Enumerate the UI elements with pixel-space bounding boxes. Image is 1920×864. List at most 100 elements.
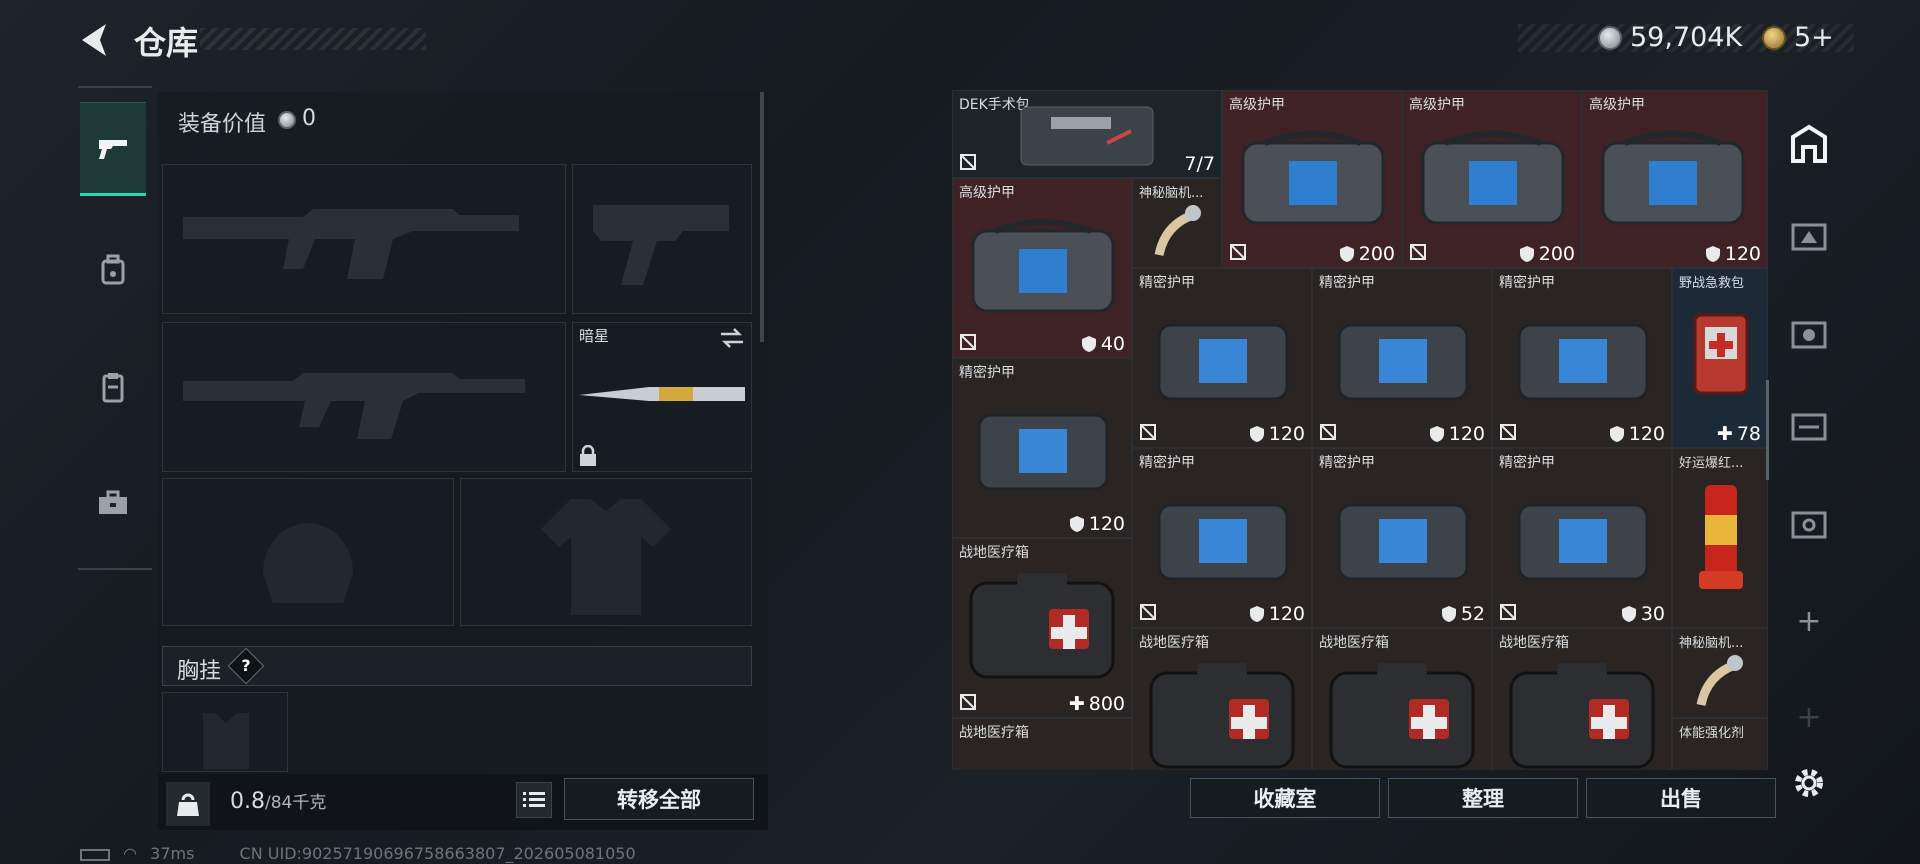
item-advanced-armor[interactable]: 高级护甲 200 bbox=[1222, 90, 1402, 268]
item-precision-armor[interactable]: 精密护甲 120 bbox=[1132, 448, 1312, 628]
shield-icon bbox=[1519, 246, 1534, 262]
armor-slot[interactable] bbox=[460, 478, 752, 626]
pistol-slot[interactable] bbox=[572, 164, 752, 314]
equipment-value-header: 装备价值 0 bbox=[158, 96, 758, 144]
tab-rig[interactable] bbox=[80, 340, 146, 434]
armor-bag-image bbox=[1241, 131, 1385, 225]
add-storage-button[interactable]: + bbox=[1780, 592, 1838, 650]
settings-button[interactable] bbox=[1780, 754, 1838, 812]
tab-divider-top bbox=[78, 86, 152, 88]
tab-divider-bottom bbox=[78, 568, 152, 570]
item-name: 好运爆红... bbox=[1679, 456, 1744, 471]
item-lucky-firecracker[interactable]: 好运爆红... bbox=[1672, 448, 1768, 628]
item-name: 战地医疗箱 bbox=[1139, 635, 1209, 651]
item-precision-armor[interactable]: 精密护甲 120 bbox=[1132, 268, 1312, 448]
list-icon bbox=[523, 792, 545, 807]
weight-icon bbox=[166, 782, 210, 826]
item-name: 高级护甲 bbox=[959, 185, 1015, 201]
item-field-medical-box[interactable]: 战地医疗箱 bbox=[1132, 628, 1312, 770]
medical-box-image bbox=[1329, 663, 1475, 769]
sell-button[interactable]: 出售 bbox=[1586, 778, 1776, 818]
item-name: 战地医疗箱 bbox=[1319, 635, 1389, 651]
tab-storage-3[interactable] bbox=[1780, 206, 1838, 264]
help-icon[interactable]: ? bbox=[227, 647, 265, 685]
back-arrow-icon[interactable] bbox=[78, 20, 112, 60]
uses-value: 800 bbox=[1088, 693, 1125, 715]
item-name: 高级护甲 bbox=[1589, 97, 1645, 113]
gear-icon bbox=[1795, 769, 1823, 797]
item-precision-armor[interactable]: 精密护甲 30 bbox=[1492, 448, 1672, 628]
tab-weapons[interactable] bbox=[80, 102, 146, 196]
helmet-silhouette-icon bbox=[263, 523, 353, 603]
gold-amount[interactable]: 5+ bbox=[1794, 22, 1834, 53]
item-name: 精密护甲 bbox=[1139, 455, 1195, 471]
item-field-medical-box[interactable]: 战地医疗箱 bbox=[1492, 628, 1672, 770]
melee-slot[interactable]: 暗星 bbox=[572, 322, 752, 472]
tab-backpack[interactable] bbox=[80, 222, 146, 316]
item-precision-armor[interactable]: 精密护甲 120 bbox=[1492, 268, 1672, 448]
collection-room-button[interactable]: 收藏室 bbox=[1190, 778, 1380, 818]
shield-icon bbox=[1339, 246, 1354, 262]
weight-max: /84千克 bbox=[265, 793, 327, 813]
item-advanced-armor[interactable]: 高级护甲 40 bbox=[952, 178, 1132, 358]
shield-icon bbox=[1621, 606, 1636, 622]
title-decoration bbox=[200, 28, 426, 50]
shield-icon bbox=[1249, 426, 1264, 442]
toolbox-icon bbox=[99, 490, 127, 514]
item-stamina-booster[interactable]: 体能强化剂 bbox=[1672, 718, 1768, 770]
durability-value: 120 bbox=[1268, 423, 1305, 445]
shield-icon bbox=[1069, 516, 1084, 532]
item-field-medical-box[interactable]: 战地医疗箱 bbox=[952, 718, 1132, 770]
swap-icon[interactable] bbox=[719, 327, 745, 349]
no-insure-icon bbox=[1410, 244, 1426, 260]
add-storage-disabled: + bbox=[1796, 699, 1822, 735]
armor-bag-image bbox=[1601, 131, 1745, 225]
secondary-weapon-slot[interactable] bbox=[162, 322, 566, 472]
no-insure-icon bbox=[1230, 244, 1246, 260]
no-insure-icon bbox=[960, 154, 976, 170]
item-durability: 120 bbox=[1249, 423, 1305, 445]
chest-rig-slot[interactable] bbox=[162, 692, 288, 772]
armor-bag-image bbox=[971, 219, 1115, 313]
organize-button[interactable]: 整理 bbox=[1388, 778, 1578, 818]
rifle-silhouette-icon bbox=[183, 373, 525, 439]
durability-value: 40 bbox=[1100, 333, 1125, 355]
item-precision-armor[interactable]: 精密护甲 120 bbox=[1312, 268, 1492, 448]
transfer-all-button[interactable]: 转移全部 bbox=[564, 778, 754, 820]
item-brain-chip[interactable]: 神秘脑机... bbox=[1132, 178, 1222, 268]
tab-toolbox[interactable] bbox=[80, 456, 146, 550]
item-field-medical-box[interactable]: 战地医疗箱 bbox=[1312, 628, 1492, 770]
storage-tier3-icon bbox=[1791, 223, 1827, 251]
item-advanced-armor[interactable]: 高级护甲 120 bbox=[1582, 90, 1768, 268]
item-precision-armor[interactable]: 精密护甲 120 bbox=[952, 358, 1132, 538]
primary-weapon-slot[interactable] bbox=[162, 164, 566, 314]
item-advanced-armor[interactable]: 高级护甲 200 bbox=[1402, 90, 1582, 268]
list-view-button[interactable] bbox=[516, 782, 552, 818]
shield-icon bbox=[1081, 336, 1096, 352]
tab-storage-4a[interactable] bbox=[1780, 304, 1838, 362]
armor-bag-image bbox=[977, 413, 1109, 491]
shield-icon bbox=[1705, 246, 1720, 262]
heal-plus-icon: ✚ bbox=[1716, 423, 1733, 445]
item-dek-kit[interactable]: DEK手术包 7/7 bbox=[952, 90, 1222, 178]
tab-storage-4b[interactable] bbox=[1780, 396, 1838, 454]
shield-icon bbox=[1609, 426, 1624, 442]
storage-tier4-icon bbox=[1791, 413, 1827, 441]
item-field-first-aid[interactable]: 野战急救包 ✚ 78 bbox=[1672, 268, 1768, 448]
chest-rig-header: 胸挂 ? bbox=[162, 646, 752, 686]
item-name: 战地医疗箱 bbox=[959, 725, 1029, 741]
item-precision-armor[interactable]: 精密护甲 52 bbox=[1312, 448, 1492, 628]
no-insure-icon bbox=[1140, 424, 1156, 440]
grid-scrollbar[interactable] bbox=[1766, 380, 1769, 480]
item-durability: 120 bbox=[1249, 603, 1305, 625]
tab-storage-5[interactable] bbox=[1780, 494, 1838, 552]
page-title: 仓库 bbox=[134, 24, 199, 62]
armor-bag-image bbox=[1517, 323, 1649, 401]
item-field-medical-box[interactable]: 战地医疗箱 ✚ 800 bbox=[952, 538, 1132, 718]
equipment-value: 0 bbox=[302, 106, 316, 131]
tab-main-storage[interactable] bbox=[1780, 114, 1838, 172]
helmet-slot[interactable] bbox=[162, 478, 454, 626]
item-brain-chip[interactable]: 神秘脑机... bbox=[1672, 628, 1768, 718]
no-insure-icon bbox=[1320, 424, 1336, 440]
loadout-scrollbar[interactable] bbox=[760, 92, 764, 342]
